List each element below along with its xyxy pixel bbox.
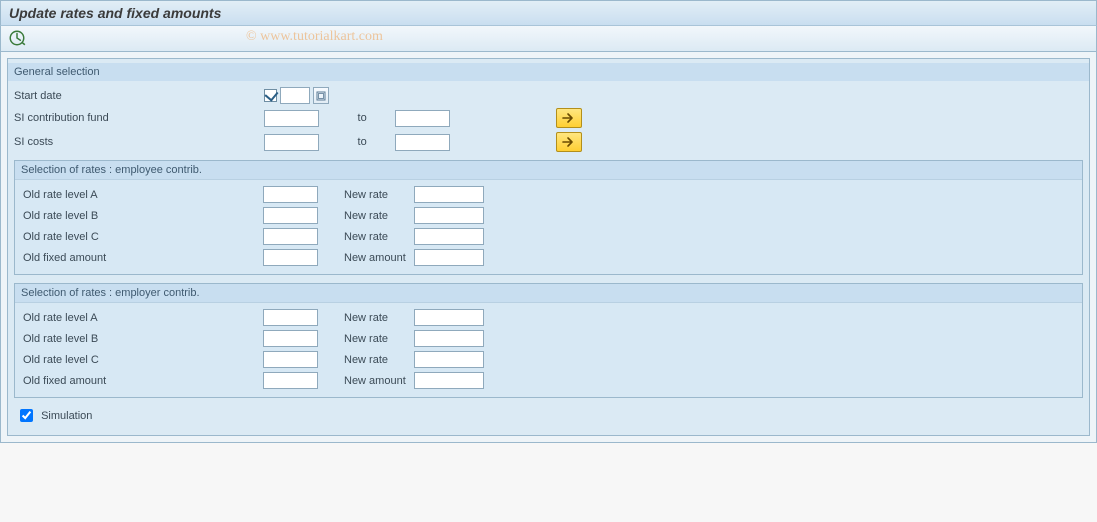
arrow-right-icon	[562, 112, 576, 124]
si-costs-label: SI costs	[14, 130, 264, 154]
row-si-fund: SI contribution fund to	[14, 106, 588, 130]
search-help-icon	[316, 91, 326, 101]
employer-new-input-3[interactable]	[414, 372, 484, 389]
start-date-input[interactable]	[280, 87, 310, 104]
employer-old-label-0: Old rate level A	[23, 307, 263, 328]
row-start-date: Start date	[14, 85, 588, 106]
start-date-f4-button[interactable]	[313, 87, 329, 104]
rate-row: Old rate level C New rate	[23, 226, 490, 247]
general-selection-header: General selection	[8, 63, 1089, 81]
employee-new-input-2[interactable]	[414, 228, 484, 245]
employer-new-label-0: New rate	[324, 307, 414, 328]
employee-old-label-2: Old rate level C	[23, 226, 263, 247]
simulation-label: Simulation	[41, 410, 92, 422]
employer-contrib-header: Selection of rates : employer contrib.	[15, 284, 1082, 303]
employee-old-input-0[interactable]	[263, 186, 318, 203]
si-fund-label: SI contribution fund	[14, 106, 264, 130]
arrow-right-icon	[562, 136, 576, 148]
employer-contrib-group: Selection of rates : employer contrib. O…	[14, 283, 1083, 398]
employee-new-label-1: New rate	[324, 205, 414, 226]
employer-old-label-2: Old rate level C	[23, 349, 263, 370]
employee-old-label-1: Old rate level B	[23, 205, 263, 226]
employee-old-label-3: Old fixed amount	[23, 247, 263, 268]
employer-new-input-2[interactable]	[414, 351, 484, 368]
rate-row: Old rate level C New rate	[23, 349, 490, 370]
rate-row: Old fixed amount New amount	[23, 370, 490, 391]
employee-contrib-header: Selection of rates : employee contrib.	[15, 161, 1082, 180]
employer-new-label-1: New rate	[324, 328, 414, 349]
employee-new-input-3[interactable]	[414, 249, 484, 266]
general-selection-form: Start date SI contribution fund to	[14, 85, 588, 154]
rate-row: Old rate level B New rate	[23, 205, 490, 226]
si-costs-to-label: to	[335, 130, 395, 154]
start-date-check-icon	[264, 89, 277, 102]
main-panel: General selection Start date S	[0, 52, 1097, 443]
employee-old-input-3[interactable]	[263, 249, 318, 266]
employer-new-label-3: New amount	[324, 370, 414, 391]
employee-new-label-2: New rate	[324, 226, 414, 247]
employer-new-label-2: New rate	[324, 349, 414, 370]
si-fund-from-input[interactable]	[264, 110, 319, 127]
rate-row: Old rate level B New rate	[23, 328, 490, 349]
employer-new-input-1[interactable]	[414, 330, 484, 347]
si-costs-to-input[interactable]	[395, 134, 450, 151]
employee-old-input-1[interactable]	[263, 207, 318, 224]
employee-new-label-0: New rate	[324, 184, 414, 205]
si-fund-to-input[interactable]	[395, 110, 450, 127]
clock-execute-icon	[8, 29, 26, 47]
execute-button[interactable]	[7, 29, 27, 47]
si-fund-multiple-selection-button[interactable]	[556, 108, 582, 128]
employee-new-input-0[interactable]	[414, 186, 484, 203]
employer-new-input-0[interactable]	[414, 309, 484, 326]
row-si-costs: SI costs to	[14, 130, 588, 154]
rate-row: Old fixed amount New amount	[23, 247, 490, 268]
watermark-text: © www.tutorialkart.com	[246, 29, 383, 45]
employee-new-input-1[interactable]	[414, 207, 484, 224]
title-bar: Update rates and fixed amounts	[0, 0, 1097, 26]
employee-rows: Old rate level ANew rateOld rate level B…	[23, 184, 490, 268]
employer-old-input-0[interactable]	[263, 309, 318, 326]
employer-old-label-3: Old fixed amount	[23, 370, 263, 391]
employee-contrib-table: Old rate level ANew rateOld rate level B…	[23, 184, 490, 268]
rate-row: Old rate level A New rate	[23, 184, 490, 205]
page-title: Update rates and fixed amounts	[9, 5, 221, 21]
start-date-label: Start date	[14, 85, 264, 106]
toolbar: © www.tutorialkart.com	[0, 26, 1097, 52]
simulation-checkbox[interactable]	[20, 409, 33, 422]
simulation-row: Simulation	[14, 406, 1083, 425]
employer-old-label-1: Old rate level B	[23, 328, 263, 349]
employee-contrib-group: Selection of rates : employee contrib. O…	[14, 160, 1083, 275]
employer-contrib-table: Old rate level ANew rateOld rate level B…	[23, 307, 490, 391]
rate-row: Old rate level A New rate	[23, 307, 490, 328]
si-costs-from-input[interactable]	[264, 134, 319, 151]
si-fund-to-label: to	[335, 106, 395, 130]
si-costs-multiple-selection-button[interactable]	[556, 132, 582, 152]
employer-old-input-1[interactable]	[263, 330, 318, 347]
employee-old-label-0: Old rate level A	[23, 184, 263, 205]
employer-rows: Old rate level ANew rateOld rate level B…	[23, 307, 490, 391]
employee-new-label-3: New amount	[324, 247, 414, 268]
employer-old-input-3[interactable]	[263, 372, 318, 389]
employee-old-input-2[interactable]	[263, 228, 318, 245]
content-box: General selection Start date S	[7, 58, 1090, 436]
employer-old-input-2[interactable]	[263, 351, 318, 368]
